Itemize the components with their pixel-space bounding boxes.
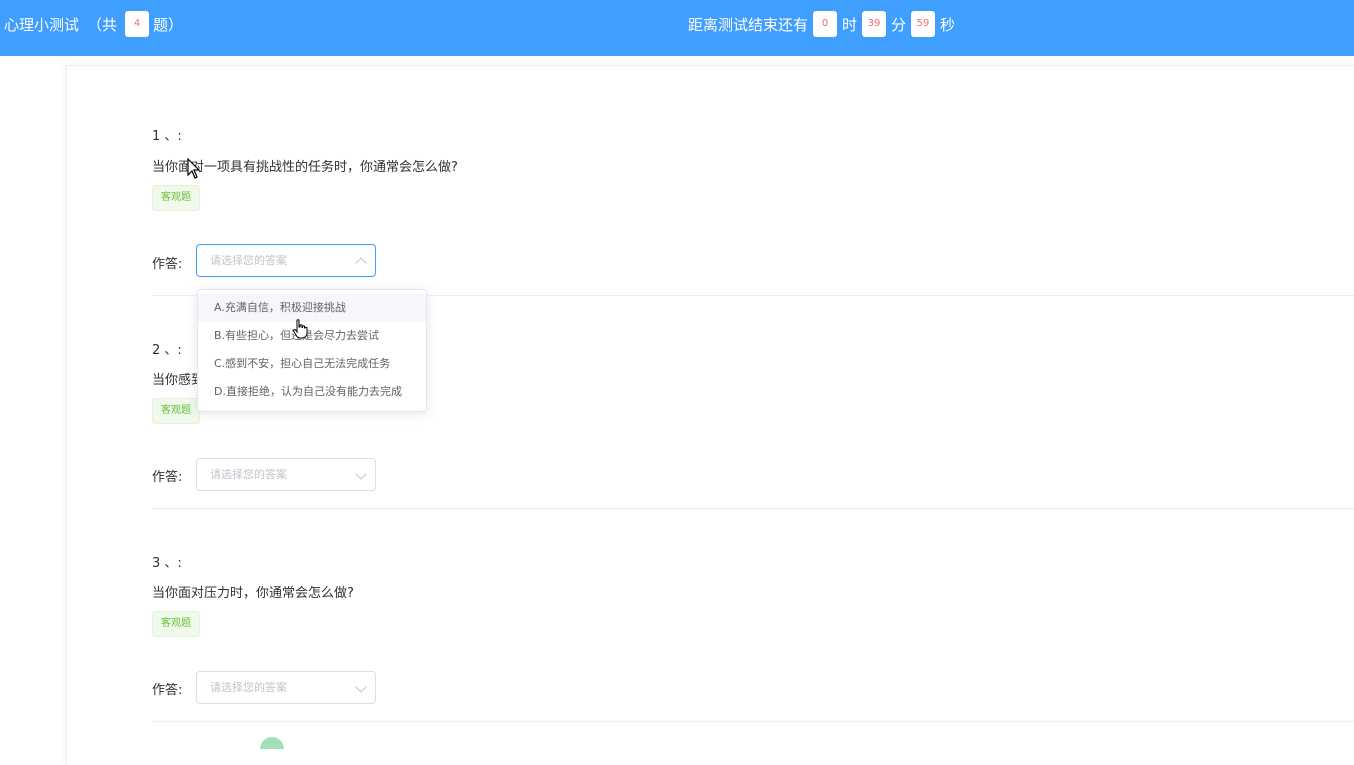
timer-minutes: 39 (862, 11, 887, 37)
divider (152, 508, 1354, 509)
answer-label: 作答: (152, 470, 183, 485)
answer-dropdown: A.充满自信，积极迎接挑战 B.有些担心，但还是会尽力去尝试 C.感到不安，担心… (197, 289, 427, 412)
countdown-timer: 距离测试结束还有 0 时 39 分 59 秒 (688, 0, 955, 48)
total-count-badge: 4 (125, 11, 150, 37)
arrow-cursor-icon (187, 158, 201, 179)
divider (152, 721, 1354, 722)
chevron-down-icon (355, 681, 367, 693)
objective-tag: 客观题 (152, 611, 200, 637)
chevron-down-icon (355, 468, 367, 480)
answer-select[interactable]: 请选择您的答案 (196, 671, 376, 704)
total-prefix: （共 (87, 15, 118, 34)
hand-cursor-icon (292, 319, 308, 339)
timer-label: 距离测试结束还有 (688, 15, 809, 34)
timer-hours: 0 (813, 11, 838, 37)
question-number: 1 、: (152, 129, 182, 144)
dropdown-option-c[interactable]: C.感到不安，担心自己无法完成任务 (198, 350, 426, 378)
question-number: 2 、: (152, 343, 182, 358)
chevron-up-icon (355, 257, 367, 269)
question-number: 3 、: (152, 556, 182, 571)
quiz-title: 心理小测试 (4, 15, 80, 34)
answer-label: 作答: (152, 257, 183, 272)
top-bar: 心理小测试 （共 4 题） 距离测试结束还有 0 时 39 分 59 秒 (0, 0, 1354, 56)
timer-seconds-unit: 秒 (940, 15, 956, 34)
dropdown-option-b[interactable]: B.有些担心，但还是会尽力去尝试 (198, 322, 426, 350)
quiz-title-group: 心理小测试 （共 4 题） (4, 0, 183, 48)
answer-label: 作答: (152, 683, 183, 698)
dropdown-option-a[interactable]: A.充满自信，积极迎接挑战 (198, 294, 426, 322)
timer-seconds: 59 (911, 11, 936, 37)
total-suffix: 题） (153, 15, 184, 34)
timer-minutes-unit: 分 (891, 15, 907, 34)
answer-select-placeholder: 请选择您的答案 (210, 254, 287, 267)
objective-tag: 客观题 (152, 398, 200, 424)
answer-select[interactable]: 请选择您的答案 (196, 458, 376, 491)
question-text: 当你面对压力时，你通常会怎么做? (152, 586, 354, 601)
answer-select[interactable]: 请选择您的答案 (196, 244, 376, 277)
answer-select-placeholder: 请选择您的答案 (210, 681, 287, 694)
timer-hours-unit: 时 (842, 15, 858, 34)
answer-select-placeholder: 请选择您的答案 (210, 468, 287, 481)
objective-tag: 客观题 (152, 185, 200, 211)
dropdown-option-d[interactable]: D.直接拒绝，认为自己没有能力去完成 (198, 378, 426, 406)
